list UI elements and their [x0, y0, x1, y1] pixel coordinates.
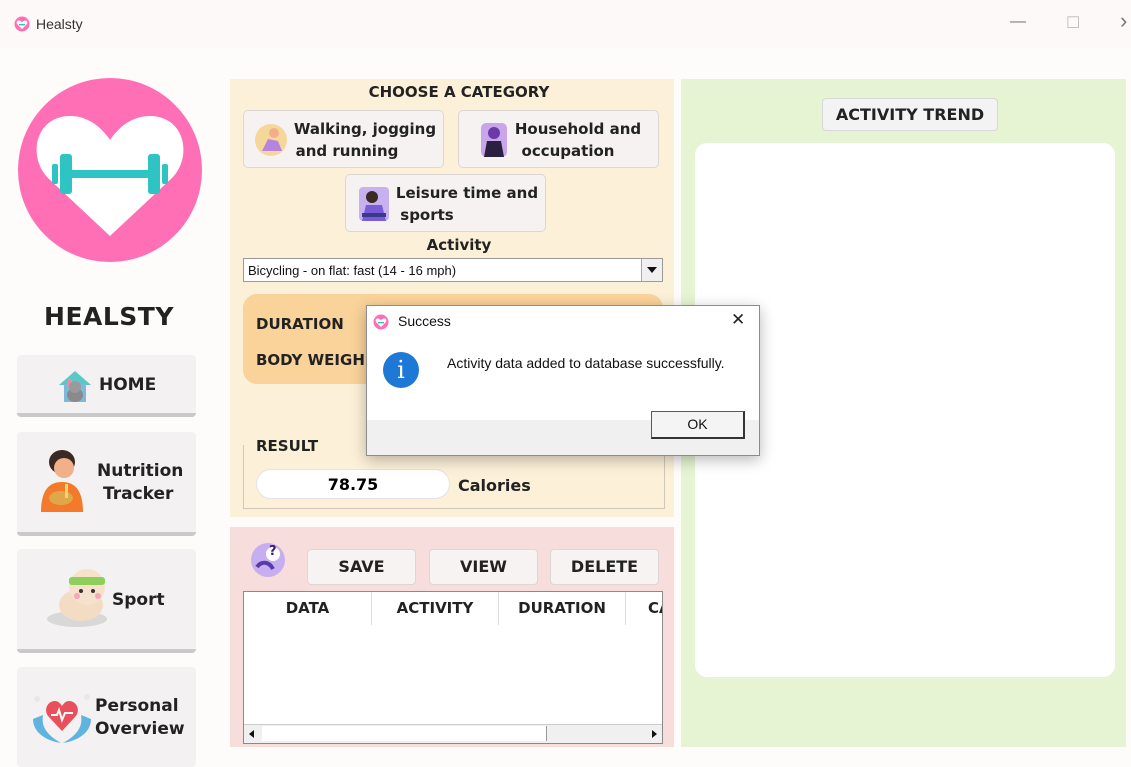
- category-household-label-line1: Household and: [514, 120, 642, 138]
- nav-nutrition-label-line2: Tracker: [103, 484, 174, 504]
- info-icon: i: [383, 352, 419, 388]
- category-leisure-label-line1: Leisure time and: [395, 184, 539, 202]
- body-weight-label: BODY WEIGH: [256, 351, 365, 369]
- category-leisure-button[interactable]: Leisure time and sports: [345, 174, 546, 232]
- nav-nutrition-tracker-button[interactable]: Nutrition Tracker: [17, 432, 196, 536]
- view-button[interactable]: VIEW: [429, 549, 538, 585]
- category-household-button[interactable]: Household and occupation: [458, 110, 659, 168]
- activity-table[interactable]: DATA ACTIVITY DURATION CA: [243, 591, 663, 744]
- scroll-thumb[interactable]: [262, 726, 547, 741]
- title-bar: [0, 0, 1131, 48]
- help-glyph: ?: [269, 544, 277, 559]
- help-button[interactable]: ?: [249, 541, 287, 579]
- dialog-title: Success: [398, 313, 451, 329]
- close-window-button[interactable]: ›: [1120, 8, 1127, 34]
- nav-personal-overview-button[interactable]: Personal Overview: [17, 667, 196, 767]
- save-button[interactable]: SAVE: [307, 549, 416, 585]
- activity-selected-value: Bicycling - on flat: fast (14 - 16 mph): [248, 263, 457, 278]
- horizontal-scrollbar[interactable]: [244, 724, 662, 743]
- category-walking-button[interactable]: Walking, jogging and running: [243, 110, 444, 168]
- scroll-left-icon[interactable]: [248, 730, 256, 738]
- healsty-logo: [18, 78, 202, 262]
- nav-sport-button[interactable]: Sport: [17, 549, 196, 653]
- brand-name: HEALSTY: [44, 302, 174, 331]
- dropdown-arrow-icon[interactable]: [641, 259, 662, 281]
- success-dialog: Success ✕ i Activity data added to datab…: [366, 305, 760, 456]
- column-header-duration[interactable]: DURATION: [499, 592, 626, 625]
- category-walking-label-line1: Walking, jogging: [293, 120, 437, 138]
- column-header-data[interactable]: DATA: [244, 592, 372, 625]
- category-walking-label-line2: and running: [295, 142, 399, 160]
- nav-home-label: HOME: [99, 375, 157, 395]
- column-header-calories[interactable]: CA: [626, 592, 662, 625]
- nav-personal-label-line2: Overview: [95, 719, 185, 739]
- dialog-body: [367, 337, 759, 420]
- dialog-title-bar: Success ✕: [367, 306, 759, 337]
- house-cat-icon: [59, 371, 91, 402]
- window-title: Healsty: [36, 16, 83, 32]
- ok-button[interactable]: OK: [651, 411, 745, 439]
- category-household-label-line2: occupation: [521, 142, 615, 160]
- activity-trend-button[interactable]: ACTIVITY TREND: [822, 98, 998, 131]
- activity-label: Activity: [426, 236, 492, 254]
- heart-hands-icon: [33, 694, 91, 743]
- result-value: 78.75: [256, 469, 450, 499]
- result-label: RESULT: [251, 437, 324, 455]
- delete-button[interactable]: DELETE: [550, 549, 659, 585]
- nav-nutrition-label-line1: Nutrition: [97, 461, 184, 481]
- nav-home-button[interactable]: HOME: [17, 355, 196, 417]
- nav-personal-label-line1: Personal: [95, 696, 179, 716]
- scroll-right-icon[interactable]: [650, 730, 658, 738]
- dialog-message: Activity data added to database successf…: [447, 355, 725, 371]
- hamster-headband-icon: [47, 569, 107, 627]
- jogger-icon: [255, 124, 287, 156]
- activity-dropdown[interactable]: Bicycling - on flat: fast (14 - 16 mph): [243, 258, 663, 282]
- maximize-button[interactable]: ☐: [1066, 13, 1080, 33]
- column-header-activity[interactable]: ACTIVITY: [372, 592, 499, 625]
- dialog-app-icon: [373, 314, 389, 330]
- result-unit: Calories: [458, 476, 531, 495]
- help-question-icon: [251, 543, 285, 577]
- duration-label: DURATION: [256, 315, 344, 333]
- app-logo-icon: [14, 16, 30, 32]
- person-eating-icon: [41, 450, 83, 512]
- category-leisure-label-line2: sports: [400, 206, 454, 224]
- minimize-button[interactable]: —: [1010, 13, 1026, 31]
- leisure-sports-icon: [359, 187, 389, 221]
- nav-sport-label: Sport: [112, 590, 165, 610]
- category-heading: CHOOSE A CATEGORY: [368, 83, 550, 101]
- household-worker-icon: [481, 123, 507, 157]
- dialog-close-button[interactable]: ✕: [731, 310, 745, 330]
